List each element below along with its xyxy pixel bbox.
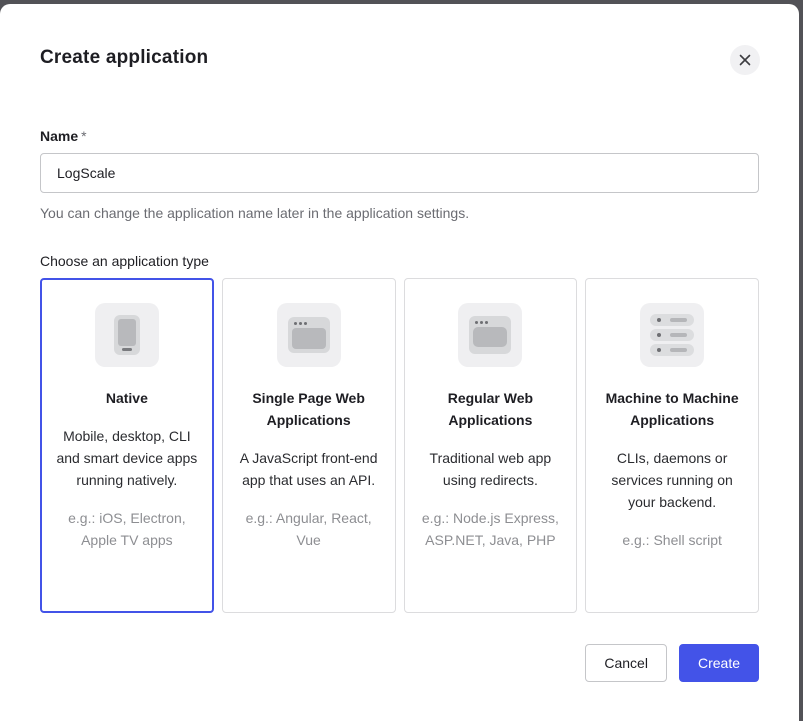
card-title: Machine to Machine Applications	[601, 387, 743, 431]
card-machine-to-machine[interactable]: Machine to Machine Applications CLIs, da…	[585, 278, 759, 613]
card-examples: e.g.: Shell script	[601, 529, 743, 551]
browser-window-footer-icon	[458, 303, 522, 367]
card-description: A JavaScript front-end app that uses an …	[238, 447, 380, 491]
card-title: Native	[56, 387, 198, 409]
card-examples: e.g.: Node.js Express, ASP.NET, Java, PH…	[420, 507, 562, 551]
card-title: Single Page Web Applications	[238, 387, 380, 431]
card-examples: e.g.: Angular, React, Vue	[238, 507, 380, 551]
create-application-modal: Create application Name* You can change …	[0, 4, 799, 721]
card-native[interactable]: Native Mobile, desktop, CLI and smart de…	[40, 278, 214, 613]
create-button[interactable]: Create	[679, 644, 759, 682]
name-helper-text: You can change the application name late…	[40, 203, 759, 223]
card-regular-web[interactable]: Regular Web Applications Traditional web…	[404, 278, 578, 613]
card-single-page-web[interactable]: Single Page Web Applications A JavaScrip…	[222, 278, 396, 613]
modal-title: Create application	[40, 46, 759, 70]
card-description: Mobile, desktop, CLI and smart device ap…	[56, 425, 198, 491]
application-name-input[interactable]	[40, 153, 759, 193]
application-type-cards: Native Mobile, desktop, CLI and smart de…	[40, 278, 759, 613]
application-type-label: Choose an application type	[40, 251, 759, 271]
card-examples: e.g.: iOS, Electron, Apple TV apps	[56, 507, 198, 551]
card-description: CLIs, daemons or services running on you…	[601, 447, 743, 513]
card-description: Traditional web app using redirects.	[420, 447, 562, 491]
close-icon	[739, 54, 751, 66]
mobile-phone-icon	[95, 303, 159, 367]
server-stack-icon	[640, 303, 704, 367]
name-field-label: Name*	[40, 126, 759, 146]
required-marker: *	[81, 128, 86, 144]
browser-window-icon	[277, 303, 341, 367]
cancel-button[interactable]: Cancel	[585, 644, 667, 682]
card-title: Regular Web Applications	[420, 387, 562, 431]
close-button[interactable]	[730, 45, 760, 75]
modal-actions: Cancel Create	[40, 644, 759, 682]
